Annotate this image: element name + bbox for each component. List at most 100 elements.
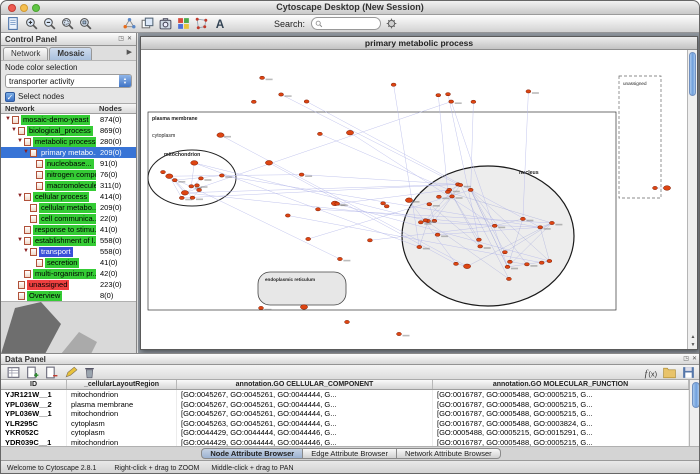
float-data-panel-icon[interactable]: ◳ <box>683 353 689 365</box>
network-node[interactable] <box>468 188 473 191</box>
open-icon[interactable] <box>6 16 21 31</box>
tab-node-attribute-browser[interactable]: Node Attribute Browser <box>201 448 303 459</box>
network-node[interactable] <box>217 133 224 138</box>
network-node[interactable] <box>663 186 670 191</box>
network-node[interactable] <box>471 100 476 103</box>
tab-overflow-arrow-icon[interactable]: ▶ <box>125 46 134 60</box>
float-panel-icon[interactable]: ◳ <box>118 33 124 45</box>
network-node[interactable] <box>464 264 471 269</box>
table-scrollbar-thumb[interactable] <box>692 382 700 408</box>
save-attributes-icon[interactable] <box>681 365 696 380</box>
network-node[interactable] <box>338 257 343 260</box>
attribute-table-header[interactable]: ID_cellularLayoutRegionannotation.GO CEL… <box>1 380 689 390</box>
network-svg[interactable]: plasma membrane cytoplasm mitochondrion … <box>141 50 687 349</box>
network-node[interactable] <box>316 208 321 211</box>
network-node[interactable] <box>526 90 531 93</box>
table-vertical-scrollbar[interactable] <box>689 380 700 447</box>
network-node[interactable] <box>384 205 389 208</box>
network-node[interactable] <box>191 161 198 166</box>
snapshot-icon[interactable] <box>158 16 173 31</box>
network-node[interactable] <box>436 94 441 97</box>
tree-row-cellular-process[interactable]: ▼cellular process414(0) <box>1 191 136 202</box>
tree-row-unassigned[interactable]: unassigned223(0) <box>1 279 136 290</box>
new-window-icon[interactable] <box>140 16 155 31</box>
tree-expand-icon[interactable]: ▼ <box>22 147 30 158</box>
network-node[interactable] <box>478 245 483 248</box>
table-row[interactable]: YPL036W__1mitochondrion[GO:0045267, GO:0… <box>1 409 689 419</box>
network-node[interactable] <box>304 100 309 103</box>
network-node[interactable] <box>345 320 350 323</box>
network-node[interactable] <box>437 195 442 198</box>
tab-mosaic[interactable]: Mosaic <box>49 47 92 60</box>
network-node[interactable] <box>161 171 166 174</box>
tree-expand-icon[interactable]: ▼ <box>16 136 24 147</box>
tree-row-nucleobase-[interactable]: nucleobase...91(0) <box>1 158 136 169</box>
network-node[interactable] <box>445 190 450 193</box>
table-column-header[interactable]: annotation.GO MOLECULAR_FUNCTION <box>433 380 689 389</box>
network-node[interactable] <box>299 173 304 176</box>
search-box[interactable] <box>311 17 381 30</box>
network-node[interactable] <box>346 130 353 135</box>
table-row[interactable]: YKR052Ccytoplasm[GO:0044429, GO:0044444,… <box>1 428 689 438</box>
select-attributes-icon[interactable] <box>6 365 21 380</box>
tree-row-cell-communica-[interactable]: cell communica...22(0) <box>1 213 136 224</box>
tree-expand-icon[interactable]: ▼ <box>4 114 12 125</box>
color-attribute-dropdown[interactable]: transporter activity ▲▼ <box>5 74 132 88</box>
network-view-frame[interactable]: primary metabolic process plasma membran… <box>140 36 698 350</box>
network-node[interactable] <box>391 83 396 86</box>
network-node[interactable] <box>423 219 428 222</box>
select-nodes-checkbox[interactable]: ✓ <box>5 92 15 102</box>
network-node[interactable] <box>507 277 512 280</box>
create-attribute-icon[interactable] <box>25 365 40 380</box>
network-node[interactable] <box>260 76 265 79</box>
tree-row-secretion[interactable]: secretion41(0) <box>1 257 136 268</box>
function-builder-icon[interactable]: f(x) <box>643 365 658 380</box>
zoom-in-icon[interactable] <box>24 16 39 31</box>
close-window-button[interactable] <box>8 4 16 12</box>
network-node[interactable] <box>306 237 311 240</box>
network-node[interactable] <box>172 179 177 182</box>
network-node[interactable] <box>251 100 256 103</box>
edit-attribute-icon[interactable] <box>63 365 78 380</box>
tab-network-attribute-browser[interactable]: Network Attribute Browser <box>397 448 501 459</box>
zoom-fit-icon[interactable] <box>78 16 93 31</box>
network-node[interactable] <box>189 185 194 188</box>
network-node[interactable] <box>417 245 422 248</box>
network-node[interactable] <box>166 174 173 179</box>
table-column-header[interactable]: _cellularLayoutRegion <box>67 380 177 389</box>
close-data-panel-icon[interactable]: ✕ <box>692 353 697 365</box>
tree-row-establishment-of-l-[interactable]: ▼establishment of l...558(0) <box>1 235 136 246</box>
network-node[interactable] <box>368 239 373 242</box>
tree-row-macromolecule-[interactable]: macromolecule...311(0) <box>1 180 136 191</box>
vizmapper-icon[interactable] <box>176 16 191 31</box>
network-node[interactable] <box>335 202 340 205</box>
network-node[interactable] <box>450 195 455 198</box>
network-frame-title[interactable]: primary metabolic process <box>141 37 697 50</box>
tree-expand-icon[interactable]: ▼ <box>10 125 18 136</box>
table-row[interactable]: YJR121W__1mitochondrion[GO:0045267, GO:0… <box>1 390 689 400</box>
network-node[interactable] <box>259 306 264 309</box>
import-attributes-icon[interactable] <box>662 365 677 380</box>
network-node[interactable] <box>195 184 200 187</box>
network-node[interactable] <box>418 221 423 224</box>
scroll-down-icon[interactable]: ▼ <box>688 341 697 349</box>
network-node[interactable] <box>521 217 526 220</box>
zoom-window-button[interactable] <box>32 4 40 12</box>
tree-row-metabolic-process[interactable]: ▼metabolic process280(0) <box>1 136 136 147</box>
network-node[interactable] <box>300 305 307 310</box>
tree-row-mosaic-demo-yeast[interactable]: ▼mosaic-demo-yeast874(0) <box>1 114 136 125</box>
network-node[interactable] <box>503 251 508 254</box>
first-neighbors-icon[interactable] <box>122 16 137 31</box>
search-options-icon[interactable] <box>384 16 399 31</box>
network-node[interactable] <box>435 233 440 236</box>
close-panel-icon[interactable]: ✕ <box>127 33 132 45</box>
tree-row-response-to-stimu-[interactable]: response to stimu...41(0) <box>1 224 136 235</box>
network-node[interactable] <box>505 265 510 268</box>
network-node[interactable] <box>547 259 552 262</box>
network-node[interactable] <box>508 260 513 263</box>
network-node[interactable] <box>179 196 184 199</box>
network-node[interactable] <box>550 221 555 224</box>
tree-column-network[interactable]: Network <box>1 104 99 113</box>
network-node[interactable] <box>199 177 204 180</box>
network-node[interactable] <box>405 198 412 203</box>
